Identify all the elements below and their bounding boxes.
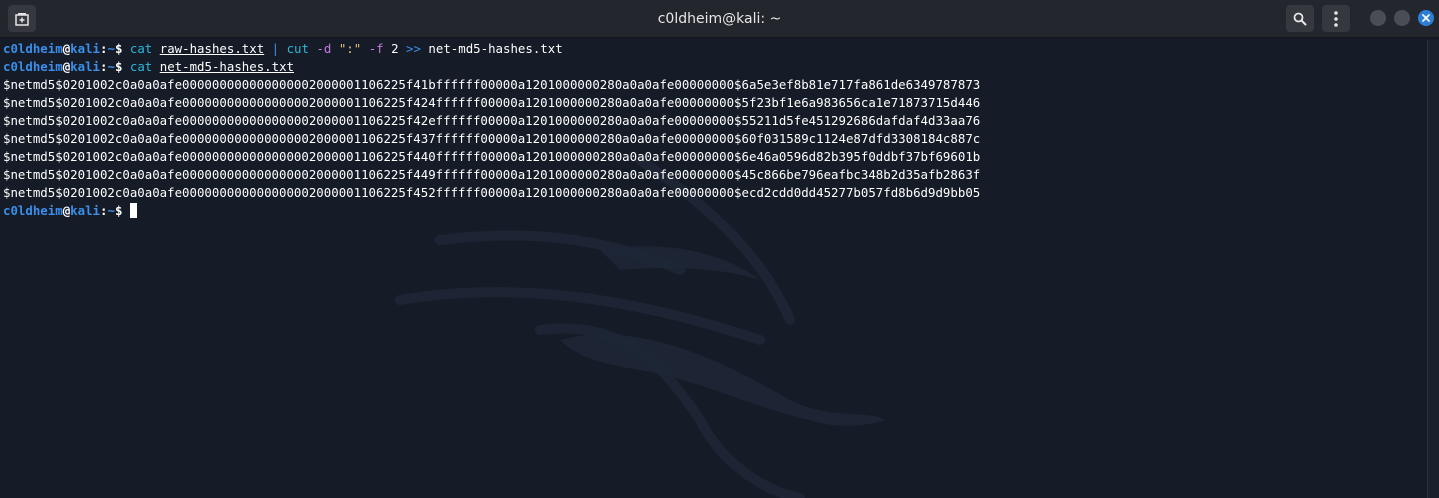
close-button[interactable] — [1418, 10, 1434, 26]
terminal-window: c0ldheim@kali: ~ c0ldheim@kali:~$ cat ra… — [0, 0, 1439, 498]
output-line: $netmd5$0201002c0a0a0afe0000000000000000… — [3, 167, 981, 182]
output-line: $netmd5$0201002c0a0a0afe0000000000000000… — [3, 113, 981, 128]
command-option: -f — [368, 41, 384, 56]
search-icon — [1293, 12, 1307, 25]
prompt-user: c0ldheim — [3, 59, 63, 74]
command-file-arg: net-md5-hashes.txt — [159, 59, 295, 74]
prompt-host: kali — [70, 41, 100, 56]
scrollbar[interactable] — [1427, 40, 1439, 498]
prompt-host: kali — [70, 59, 100, 74]
close-icon — [1422, 14, 1430, 22]
output-line: $netmd5$0201002c0a0a0afe0000000000000000… — [3, 131, 981, 146]
pipe-operator: | — [271, 41, 280, 56]
prompt-path: ~ — [107, 59, 115, 74]
prompt-user: c0ldheim — [3, 41, 63, 56]
command-line: c0ldheim@kali:~$ cat raw-hashes.txt | cu… — [3, 40, 1428, 58]
prompt-dollar: $ — [114, 203, 123, 218]
output-line: $netmd5$0201002c0a0a0afe0000000000000000… — [3, 185, 981, 200]
redirect-operator: >> — [406, 41, 421, 56]
prompt-path: ~ — [107, 41, 115, 56]
command-name: cat — [129, 59, 153, 74]
output-line: $netmd5$0201002c0a0a0afe0000000000000000… — [3, 149, 981, 164]
maximize-button[interactable] — [1394, 10, 1410, 26]
prompt-host: kali — [70, 203, 100, 218]
command-arg: 2 — [391, 41, 399, 56]
prompt-user: c0ldheim — [3, 203, 63, 218]
search-button[interactable] — [1286, 5, 1314, 32]
window-title: c0ldheim@kali: ~ — [657, 11, 782, 27]
output-line: $netmd5$0201002c0a0a0afe0000000000000000… — [3, 77, 981, 92]
command-output-file: net-md5-hashes.txt — [428, 41, 563, 56]
text-cursor — [129, 203, 137, 218]
output-line: $netmd5$0201002c0a0a0afe0000000000000000… — [3, 95, 981, 110]
command-line: c0ldheim@kali:~$ cat net-md5-hashes.txt — [3, 58, 1428, 76]
command-file-arg: raw-hashes.txt — [159, 41, 265, 56]
command-name: cut — [286, 41, 309, 56]
command-name: cat — [129, 41, 153, 56]
prompt-line: c0ldheim@kali:~$ — [3, 202, 1428, 220]
command-option: -d — [316, 41, 332, 56]
prompt-dollar: $ — [114, 41, 123, 56]
menu-button[interactable] — [1322, 5, 1350, 32]
minimize-button[interactable] — [1370, 10, 1386, 26]
prompt-dollar: $ — [114, 59, 123, 74]
kebab-menu-icon — [1334, 10, 1338, 27]
prompt-path: ~ — [107, 203, 115, 218]
terminal-output[interactable]: c0ldheim@kali:~$ cat raw-hashes.txt | cu… — [0, 40, 1428, 498]
command-string-arg: ":" — [338, 41, 362, 56]
titlebar: c0ldheim@kali: ~ — [0, 0, 1439, 38]
